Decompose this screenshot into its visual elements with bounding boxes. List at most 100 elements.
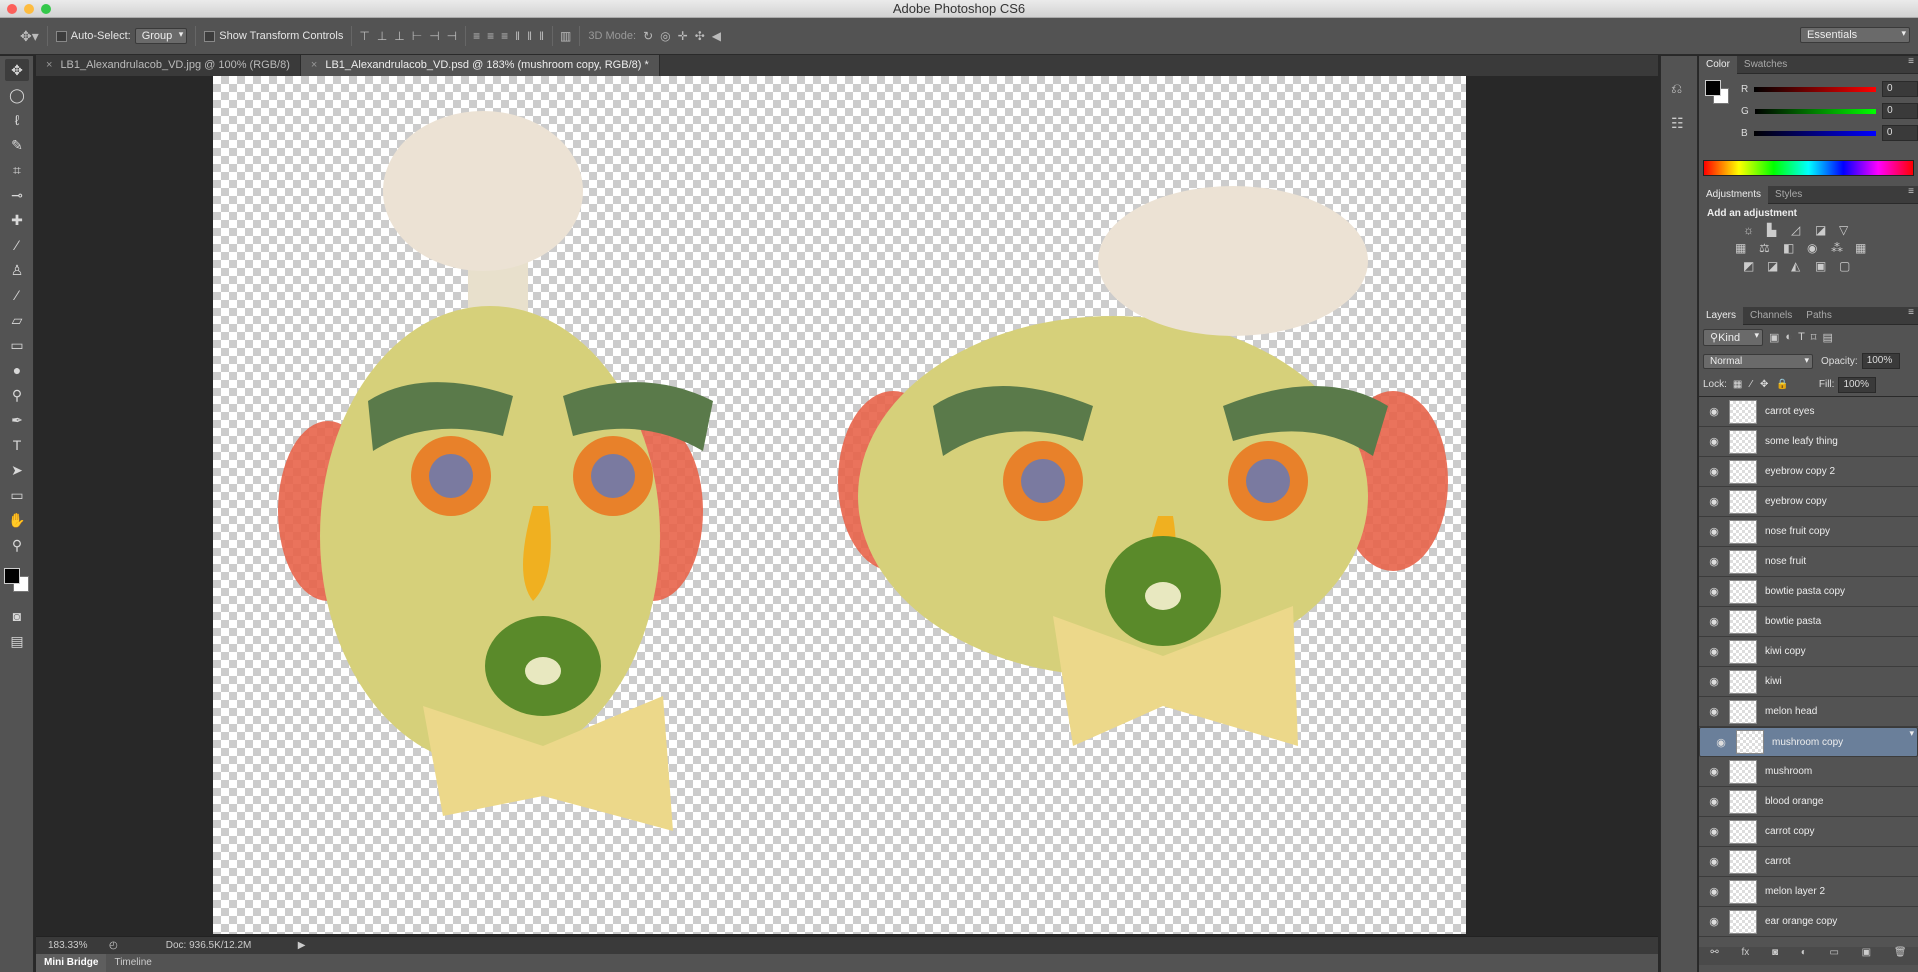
- red-slider[interactable]: [1754, 86, 1877, 92]
- lock-all-icon[interactable]: 🔒: [1776, 379, 1788, 390]
- layer-row[interactable]: ◉ carrot eyes: [1699, 397, 1918, 427]
- 3d-pan-icon[interactable]: ✛: [678, 29, 688, 43]
- align-bottom-icon[interactable]: ⊥: [394, 29, 404, 43]
- gradient-icon[interactable]: ▭: [5, 334, 29, 356]
- filter-pixel-icon[interactable]: ▣: [1769, 331, 1779, 344]
- visibility-eye-icon[interactable]: ◉: [1699, 435, 1729, 448]
- layer-row[interactable]: ◉ eyebrow copy 2: [1699, 457, 1918, 487]
- lock-position-icon[interactable]: ✥: [1760, 379, 1768, 390]
- status-menu-icon[interactable]: ▶: [298, 940, 306, 951]
- visibility-eye-icon[interactable]: ◉: [1699, 585, 1729, 598]
- opacity-value[interactable]: 100%: [1861, 353, 1900, 369]
- lock-pixels-icon[interactable]: ⁄: [1750, 379, 1752, 390]
- 3d-rotate-icon[interactable]: ↻: [643, 29, 653, 43]
- distribute-vcenter-icon[interactable]: ≡: [487, 29, 494, 43]
- link-layers-icon[interactable]: ⚯: [1710, 947, 1718, 965]
- posterize-icon[interactable]: ◪: [1767, 259, 1791, 273]
- distribute-right-icon[interactable]: ‖: [539, 29, 544, 43]
- tab-color[interactable]: Color: [1699, 55, 1737, 74]
- distribute-bottom-icon[interactable]: ≡: [501, 29, 508, 43]
- properties-panel-icon[interactable]: ☷: [1671, 115, 1687, 132]
- workspace-dropdown[interactable]: Essentials: [1800, 27, 1910, 43]
- blue-value[interactable]: 0: [1881, 125, 1918, 141]
- filter-shape-icon[interactable]: ⌑: [1811, 331, 1817, 344]
- close-tab-icon[interactable]: ×: [311, 59, 317, 71]
- layer-row[interactable]: ◉ mushroom: [1699, 757, 1918, 787]
- quick-select-icon[interactable]: ✎: [5, 134, 29, 156]
- new-adjustment-icon[interactable]: ◐: [1801, 947, 1807, 965]
- quick-mask-icon[interactable]: ◙: [5, 605, 29, 627]
- type-icon[interactable]: T: [5, 434, 29, 456]
- history-brush-icon[interactable]: ⁄: [5, 284, 29, 306]
- panel-menu-icon[interactable]: ≡: [1908, 307, 1914, 318]
- red-value[interactable]: 0: [1882, 81, 1918, 97]
- dodge-icon[interactable]: ⚲: [5, 384, 29, 406]
- close-tab-icon[interactable]: ×: [46, 59, 52, 71]
- channel-mixer-icon[interactable]: ⁂: [1831, 241, 1855, 255]
- tab-layers[interactable]: Layers: [1699, 306, 1744, 325]
- visibility-eye-icon[interactable]: ◉: [1699, 885, 1729, 898]
- visibility-eye-icon[interactable]: ◉: [1699, 795, 1729, 808]
- minimize-window-icon[interactable]: [24, 4, 34, 14]
- move-icon[interactable]: ✥: [5, 59, 29, 81]
- visibility-eye-icon[interactable]: ◉: [1699, 855, 1729, 868]
- color-balance-icon[interactable]: ⚖: [1759, 241, 1783, 255]
- doc-tab-jpg[interactable]: × LB1_Alexandrulacob_VD.jpg @ 100% (RGB/8…: [36, 55, 301, 76]
- layer-row[interactable]: ◉ kiwi: [1699, 667, 1918, 697]
- layer-row[interactable]: ◉ melon layer 2: [1699, 877, 1918, 907]
- align-vcenter-icon[interactable]: ⊥: [377, 29, 387, 43]
- distribute-left-icon[interactable]: ‖: [515, 29, 520, 43]
- lock-transparent-icon[interactable]: ▦: [1733, 379, 1742, 390]
- stamp-icon[interactable]: ♙: [5, 259, 29, 281]
- visibility-eye-icon[interactable]: ◉: [1699, 495, 1729, 508]
- panel-menu-icon[interactable]: ≡: [1908, 186, 1914, 197]
- tab-adjustments[interactable]: Adjustments: [1699, 185, 1769, 204]
- layer-row[interactable]: ◉ some leafy thing: [1699, 427, 1918, 457]
- auto-select-dropdown[interactable]: Group: [134, 28, 188, 44]
- blue-slider[interactable]: [1753, 130, 1876, 136]
- color-swatches[interactable]: [0, 566, 33, 602]
- document-canvas[interactable]: [213, 76, 1466, 934]
- levels-icon[interactable]: ▙: [1767, 223, 1791, 237]
- doc-tab-psd[interactable]: × LB1_Alexandrulacob_VD.psd @ 183% (mushr…: [300, 55, 660, 76]
- visibility-eye-icon[interactable]: ◉: [1699, 705, 1729, 718]
- layer-row[interactable]: ◉ nose fruit: [1699, 547, 1918, 577]
- panel-menu-icon[interactable]: ≡: [1908, 56, 1914, 67]
- brush-icon[interactable]: ⁄: [5, 234, 29, 256]
- eyedropper-icon[interactable]: ⊸: [5, 184, 29, 206]
- curves-icon[interactable]: ◿: [1791, 223, 1815, 237]
- align-top-icon[interactable]: ⊤: [359, 29, 369, 43]
- visibility-eye-icon[interactable]: ◉: [1699, 645, 1729, 658]
- color-lookup-icon[interactable]: ▦: [1855, 241, 1879, 255]
- align-hcenter-icon[interactable]: ⊣: [429, 29, 439, 43]
- threshold-icon[interactable]: ◭: [1791, 259, 1815, 273]
- healing-icon[interactable]: ✚: [5, 209, 29, 231]
- crop-icon[interactable]: ⌗: [5, 159, 29, 181]
- layer-row[interactable]: ◉ mushroom copy: [1699, 727, 1918, 757]
- filter-adjust-icon[interactable]: ◐: [1785, 331, 1792, 343]
- tab-swatches[interactable]: Swatches: [1737, 56, 1794, 74]
- tab-timeline[interactable]: Timeline: [106, 954, 159, 972]
- new-layer-icon[interactable]: ▣: [1862, 947, 1871, 965]
- visibility-eye-icon[interactable]: ◉: [1699, 465, 1729, 478]
- 3d-slide-icon[interactable]: ✣: [695, 29, 705, 43]
- photo-filter-icon[interactable]: ◉: [1807, 241, 1831, 255]
- shape-icon[interactable]: ▭: [5, 484, 29, 506]
- 3d-roll-icon[interactable]: ◎: [660, 29, 670, 43]
- fx-icon[interactable]: fx: [1741, 947, 1749, 965]
- brightness-icon[interactable]: ☼: [1743, 223, 1767, 237]
- green-slider[interactable]: [1754, 108, 1877, 114]
- path-select-icon[interactable]: ➤: [5, 459, 29, 481]
- marquee-icon[interactable]: ◯: [5, 84, 29, 106]
- exposure-icon[interactable]: ◪: [1815, 223, 1839, 237]
- blur-icon[interactable]: ●: [5, 359, 29, 381]
- auto-select-checkbox[interactable]: [55, 30, 67, 42]
- tab-styles[interactable]: Styles: [1768, 186, 1809, 204]
- eraser-icon[interactable]: ▱: [5, 309, 29, 331]
- fg-color-chip[interactable]: [1705, 80, 1721, 96]
- hue-icon[interactable]: ▦: [1735, 241, 1759, 255]
- layer-row[interactable]: ◉ kiwi copy: [1699, 637, 1918, 667]
- blend-mode-dropdown[interactable]: Normal: [1703, 353, 1813, 369]
- tab-mini-bridge[interactable]: Mini Bridge: [36, 954, 107, 972]
- visibility-eye-icon[interactable]: ◉: [1699, 675, 1729, 688]
